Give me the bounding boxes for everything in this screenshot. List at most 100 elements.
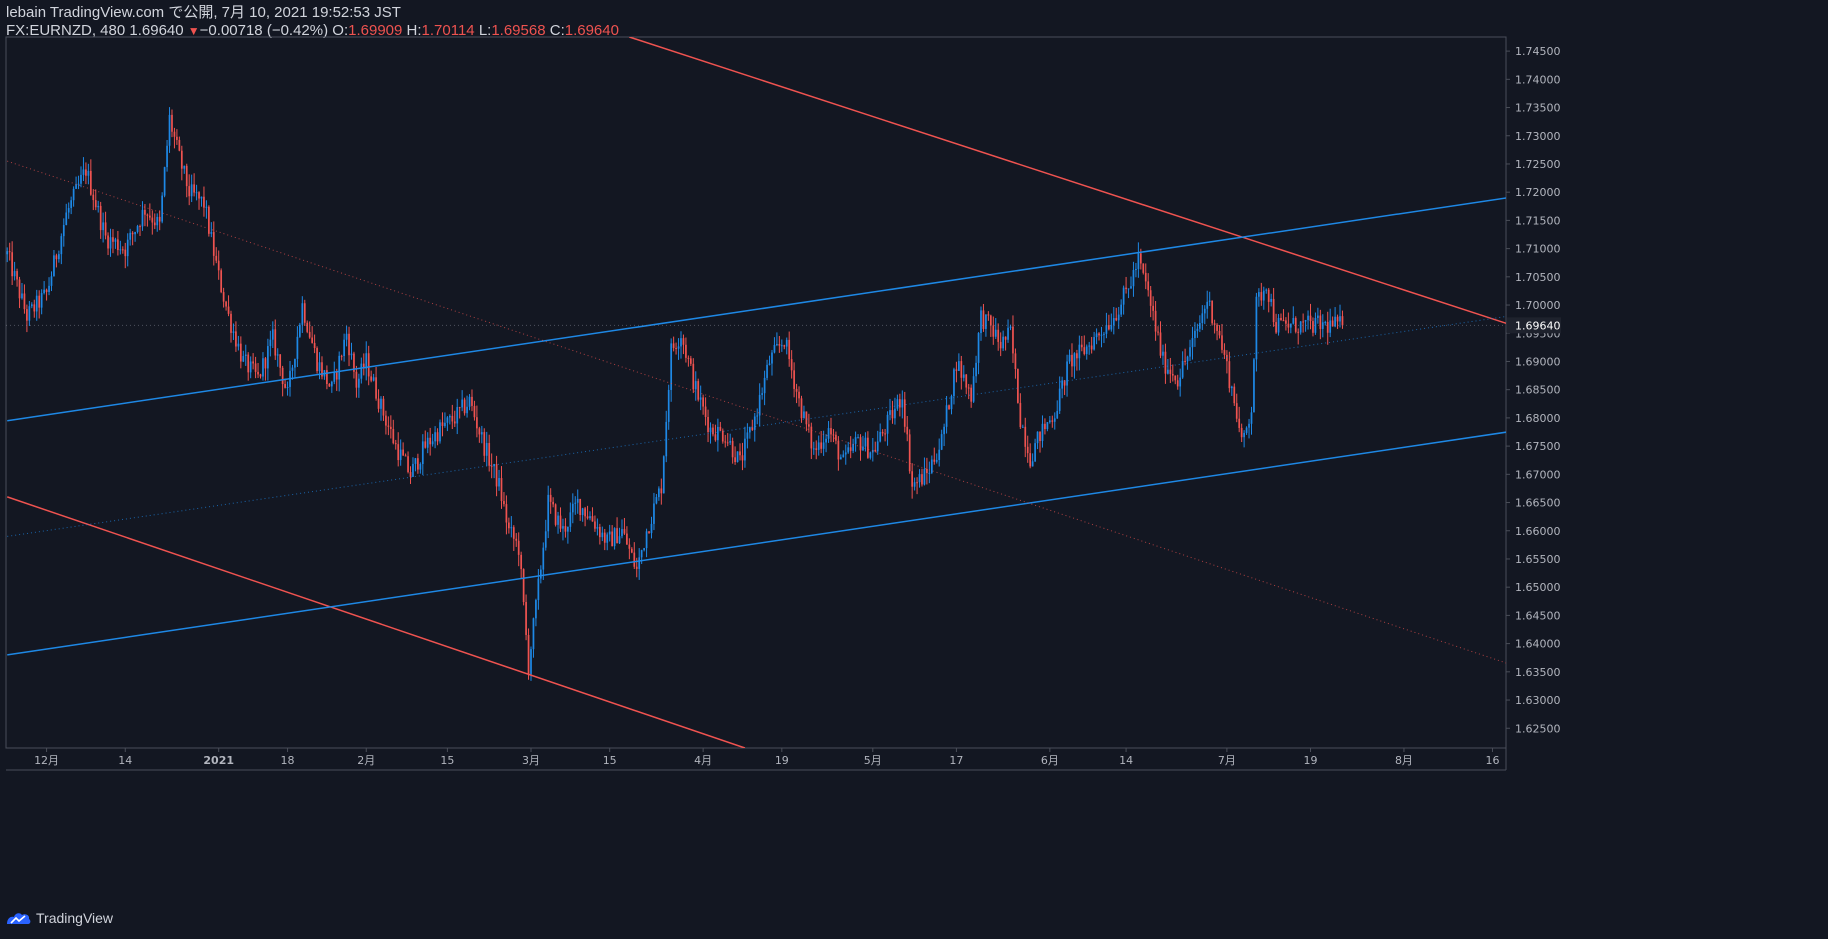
candle	[739, 443, 741, 461]
candle-body	[1326, 322, 1329, 333]
candle-body	[682, 338, 685, 345]
price-chart[interactable]: 1.74500 1.74000 1.73500 1.73000 1.72500 1.720…	[0, 0, 1828, 939]
candle	[766, 359, 768, 381]
candle	[1285, 317, 1287, 331]
candle-body	[1243, 432, 1245, 438]
candle-body	[530, 649, 532, 675]
candle-body	[1127, 288, 1130, 290]
candle-body	[77, 183, 80, 185]
candle	[389, 415, 392, 439]
candle-body	[495, 464, 498, 487]
candle	[1258, 288, 1260, 307]
candle	[26, 304, 28, 333]
candle-body	[1169, 369, 1172, 374]
candle	[387, 416, 390, 436]
candle	[370, 370, 373, 383]
candle-body	[903, 399, 906, 427]
candle-body	[1036, 431, 1039, 444]
candle-body	[717, 426, 719, 441]
candle	[589, 511, 591, 521]
candle	[1127, 288, 1130, 299]
candle-body	[237, 343, 240, 347]
candle-body	[960, 361, 963, 378]
candle	[591, 507, 594, 522]
candle	[847, 441, 850, 454]
candle	[294, 358, 296, 379]
candle-body	[330, 381, 333, 387]
candle	[1216, 323, 1218, 341]
candle-body	[500, 478, 503, 502]
candle-body	[803, 411, 805, 419]
candle-body	[1265, 289, 1268, 291]
candle	[262, 352, 264, 381]
candle-body	[704, 406, 707, 417]
candle-body	[284, 384, 286, 388]
candle	[1024, 417, 1027, 458]
candle-body	[276, 354, 279, 356]
candle-body	[348, 333, 350, 356]
candle-body	[761, 393, 764, 395]
candle	[608, 524, 611, 542]
candle	[532, 617, 535, 658]
candle-body	[985, 314, 987, 329]
candle	[139, 224, 141, 237]
candle	[783, 344, 786, 350]
candle-body	[1061, 380, 1064, 389]
candle	[896, 394, 899, 411]
candle	[926, 457, 928, 485]
candle-body	[1066, 361, 1068, 386]
candle-body	[97, 205, 100, 208]
candle	[643, 547, 645, 552]
candle-body	[99, 205, 102, 231]
candle-body	[650, 523, 653, 534]
footer-brand[interactable]: TradingView	[6, 910, 113, 926]
candle	[1039, 431, 1041, 453]
candle	[358, 373, 360, 398]
candle	[222, 287, 225, 308]
candle-body	[594, 521, 596, 529]
candle-body	[151, 217, 154, 223]
candle	[817, 435, 820, 456]
candle	[316, 346, 318, 374]
candle	[569, 502, 572, 532]
candle-body	[569, 512, 572, 527]
candle-body	[1171, 373, 1174, 376]
candle-body	[129, 232, 132, 240]
candle-body	[220, 270, 223, 293]
candle-body	[434, 432, 436, 442]
candle	[857, 434, 859, 439]
candle-body	[729, 441, 732, 443]
candle-body	[522, 569, 525, 603]
candle	[355, 365, 358, 398]
candle-body	[267, 346, 269, 369]
candle	[1100, 326, 1103, 348]
y-tick-label: 1.66000	[1515, 525, 1561, 538]
y-tick-label: 1.63000	[1515, 694, 1561, 707]
candle-body	[1184, 360, 1186, 362]
candle	[311, 326, 314, 344]
candle-body	[1198, 323, 1201, 329]
candle-body	[114, 239, 117, 242]
candle-body	[1218, 330, 1221, 336]
candle-body	[815, 448, 818, 450]
y-tick-label: 1.68000	[1515, 412, 1561, 425]
candle-body	[982, 310, 985, 329]
candle-body	[212, 232, 215, 256]
candle	[146, 213, 149, 227]
candle	[203, 186, 205, 217]
candle	[210, 222, 213, 238]
candle	[731, 437, 734, 464]
candle-body	[1238, 418, 1241, 428]
candle	[616, 517, 618, 544]
candle	[1044, 418, 1046, 435]
candle	[827, 421, 830, 443]
candle-body	[547, 494, 550, 532]
candle	[508, 517, 510, 534]
candle-body	[1319, 315, 1322, 329]
candle-body	[800, 398, 803, 419]
candle-body	[173, 131, 176, 137]
candle-body	[377, 398, 380, 409]
y-tick-label: 1.71500	[1515, 214, 1561, 227]
candle-body	[724, 441, 727, 443]
candle-body	[417, 458, 419, 470]
